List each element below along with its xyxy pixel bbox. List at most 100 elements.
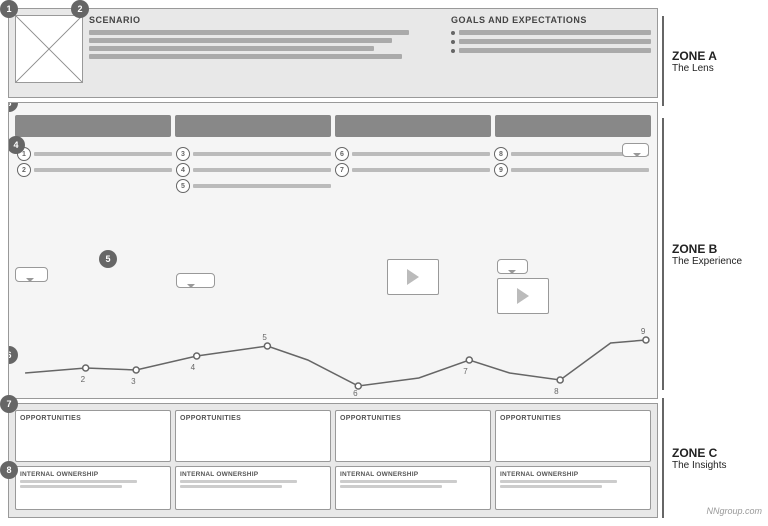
own-lines-1 <box>20 480 166 488</box>
zone-labels-container: ZONE A The Lens ZONE B The Experience ZO… <box>658 0 768 526</box>
zone-a-label: ZONE A The Lens <box>662 16 758 106</box>
badge-7: 7 <box>0 395 18 413</box>
scenario-line-3 <box>89 46 374 51</box>
video-box-2 <box>497 278 549 314</box>
own-line-3-1 <box>340 480 457 483</box>
badge-2: 2 <box>71 0 89 18</box>
play-icon-2 <box>517 288 529 304</box>
goal-line-2 <box>459 39 651 44</box>
step-line-3-1 <box>352 152 490 156</box>
step-badge-6: 6 <box>335 147 349 161</box>
step-line-4-2 <box>511 168 649 172</box>
step-3-2: 7 <box>335 163 490 177</box>
own-label-1: INTERNAL OWNERSHIP <box>20 471 166 478</box>
journey-area: 6 2 3 4 5 <box>9 318 657 398</box>
goals-items <box>451 30 651 53</box>
step-line-1-2 <box>34 168 172 172</box>
scenario-line-4 <box>89 54 402 59</box>
main-container: 1 2 SCENARIO GOALS AND EXPECTATIONS <box>0 0 768 526</box>
zone-c-label: ZONE C The Insights <box>662 398 758 518</box>
step-badge-3: 3 <box>176 147 190 161</box>
svg-text:5: 5 <box>262 333 267 342</box>
opp-label-3: OPPORTUNITIES <box>340 415 486 422</box>
scenario-line-2 <box>89 38 392 43</box>
svg-text:4: 4 <box>191 363 196 372</box>
step-1-1: 1 <box>17 147 172 161</box>
zone-b: 3 4 1 2 <box>8 102 658 399</box>
goal-item-2 <box>451 39 651 44</box>
zone-a-subtitle: The Lens <box>672 63 714 74</box>
svg-text:7: 7 <box>463 367 468 376</box>
step-3-1: 6 <box>335 147 490 161</box>
channel-2 <box>175 115 331 137</box>
scenario-label: SCENARIO <box>89 15 445 25</box>
step-badge-5: 5 <box>176 179 190 193</box>
step-1-2: 2 <box>17 163 172 177</box>
opp-label-1: OPPORTUNITIES <box>20 415 166 422</box>
own-label-2: INTERNAL OWNERSHIP <box>180 471 326 478</box>
own-line-4-1 <box>500 480 617 483</box>
own-line-1-1 <box>20 480 137 483</box>
step-2-3: 5 <box>176 179 331 193</box>
ownership-box-1: INTERNAL OWNERSHIP <box>15 466 171 510</box>
opportunity-box-1: OPPORTUNITIES <box>15 410 171 462</box>
goal-item-1 <box>451 30 651 35</box>
svg-text:6: 6 <box>353 389 358 398</box>
zone-a: 1 2 SCENARIO GOALS AND EXPECTATIONS <box>8 8 658 98</box>
ownership-box-2: INTERNAL OWNERSHIP <box>175 466 331 510</box>
badge-1: 1 <box>0 0 18 18</box>
opp-label-4: OPPORTUNITIES <box>500 415 646 422</box>
goal-line-1 <box>459 30 651 35</box>
scenario-lines <box>89 30 445 59</box>
step-line-3-2 <box>352 168 490 172</box>
opportunity-box-4: OPPORTUNITIES <box>495 410 651 462</box>
channel-4 <box>495 115 651 137</box>
zone-a-title: ZONE A <box>672 49 717 63</box>
own-line-3-2 <box>340 485 442 488</box>
svg-text:8: 8 <box>554 387 559 396</box>
nngroup-label: NNgroup.com <box>706 506 762 516</box>
ownership-box-3: INTERNAL OWNERSHIP <box>335 466 491 510</box>
svg-text:2: 2 <box>81 375 86 384</box>
step-line-2-1 <box>193 152 331 156</box>
ownership-box-4: INTERNAL OWNERSHIP <box>495 466 651 510</box>
opportunity-box-2: OPPORTUNITIES <box>175 410 331 462</box>
own-line-2-2 <box>180 485 282 488</box>
step-badge-9: 9 <box>494 163 508 177</box>
badge-5: 5 <box>99 250 117 268</box>
step-badge-4: 4 <box>176 163 190 177</box>
channel-3 <box>335 115 491 137</box>
video-box-1 <box>387 259 439 295</box>
step-line-2-2 <box>193 168 331 172</box>
step-badge-7: 7 <box>335 163 349 177</box>
opportunities-row: OPPORTUNITIES OPPORTUNITIES OPPORTUNITIE… <box>15 410 651 462</box>
channel-1 <box>15 115 171 137</box>
zone-c-subtitle: The Insights <box>672 460 726 471</box>
step-2-1: 3 <box>176 147 331 161</box>
own-lines-2 <box>180 480 326 488</box>
own-line-4-2 <box>500 485 602 488</box>
step-badge-2: 2 <box>17 163 31 177</box>
scenario-section: SCENARIO <box>89 15 445 91</box>
opp-label-2: OPPORTUNITIES <box>180 415 326 422</box>
own-line-2-1 <box>180 480 297 483</box>
journey-curve: 2 3 4 5 6 7 8 9 <box>15 318 651 398</box>
goals-section: GOALS AND EXPECTATIONS <box>451 15 651 91</box>
step-line-2-3 <box>193 184 331 188</box>
goal-line-3 <box>459 48 651 53</box>
speech-bubble-1 <box>15 267 48 282</box>
channels-row <box>9 111 657 141</box>
play-icon-1 <box>407 269 419 285</box>
ownership-row: INTERNAL OWNERSHIP INTERNAL OWNERSHIP IN… <box>15 466 651 510</box>
diagram-area: 1 2 SCENARIO GOALS AND EXPECTATIONS <box>0 0 658 526</box>
badge-8: 8 <box>0 461 18 479</box>
speech-bubble-3 <box>497 259 529 274</box>
zone-c-title: ZONE C <box>672 446 717 460</box>
step-badge-8: 8 <box>494 147 508 161</box>
step-col-3: 6 7 <box>333 143 492 253</box>
svg-text:9: 9 <box>641 327 646 336</box>
step-2-2: 4 <box>176 163 331 177</box>
zone-b-subtitle: The Experience <box>672 256 742 267</box>
zone-b-title: ZONE B <box>672 242 717 256</box>
goal-item-3 <box>451 48 651 53</box>
